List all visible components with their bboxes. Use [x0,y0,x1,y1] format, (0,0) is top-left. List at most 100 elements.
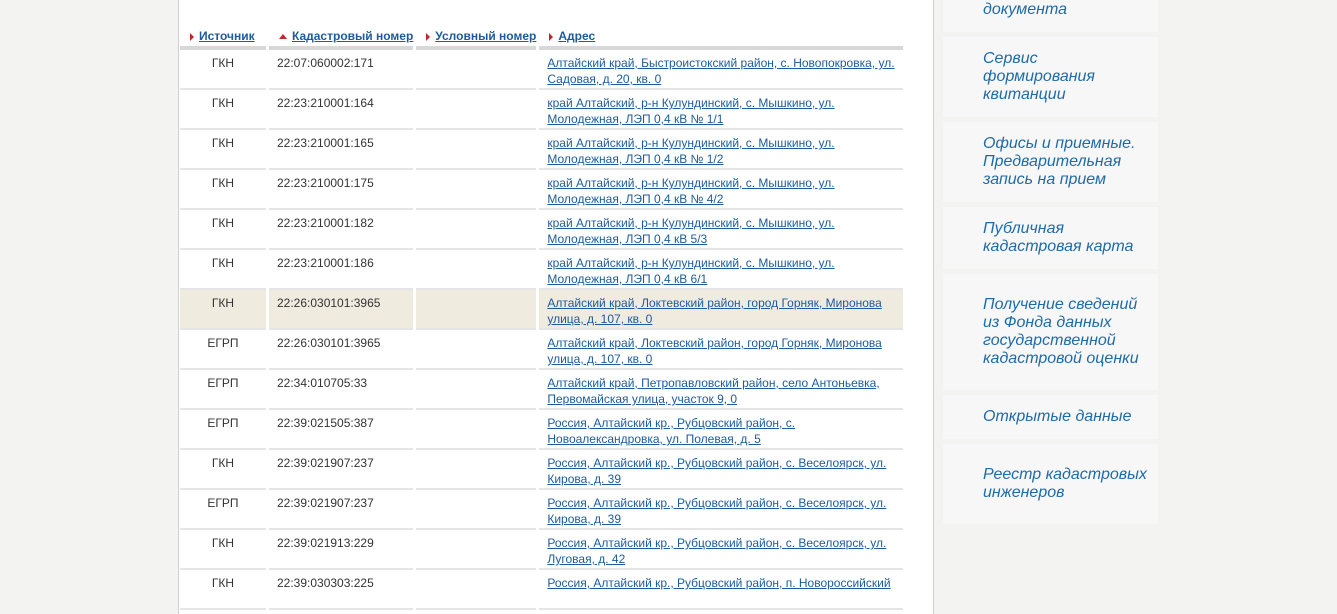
sidebar-menu-item[interactable]: Реестр кадастровых инженеров [943,444,1158,524]
sidebar-menu-item[interactable]: Офисы и приемные. Предварительная запись… [943,122,1158,202]
table-row: ЕГРП 22:34:010705:33 Алтайский край, Петро… [180,370,904,410]
address-cell[interactable]: Алтайский край, Петропавловский район, с… [539,370,904,410]
source-cell: ГКН [180,130,266,170]
source-cell: ЕГРП [180,370,266,410]
cadastral-number-cell: 22:23:210001:165 [269,130,414,170]
sidebar-menu-item[interactable]: Открытые данные [943,395,1158,439]
sort-arrow-icon [549,32,554,41]
conditional-number-cell [416,210,537,250]
sidebar-menu-item[interactable]: Получение сведений из Фонда данных госуд… [943,274,1158,390]
address-link[interactable]: край Алтайский, р-н Кулундинский, с. Мыш… [547,136,834,166]
address-cell[interactable]: край Алтайский, р-н Кулундинский, с. Мыш… [539,90,904,130]
table-row: ГКН 22:23:210001:165 край Алтайский, р-н К… [180,130,904,170]
address-cell[interactable]: Россия, Алтайский кр., Рубцовский район,… [539,570,904,610]
conditional-number-cell [416,170,537,210]
source-cell: ГКН [180,250,266,290]
cadastral-number-cell: 22:39:021907:237 [269,450,414,490]
address-link[interactable]: Россия, Алтайский кр., Рубцовский район,… [547,496,886,526]
source-cell: ГКН [180,210,266,250]
address-cell[interactable]: Алтайский край, Локтевский район, город … [539,290,904,330]
conditional-number-cell [416,450,537,490]
column-header-cadastral[interactable]: Кадастровый номер [269,24,414,50]
source-cell: ЕГРП [180,490,266,530]
address-link[interactable]: Россия, Алтайский кр., Рубцовский район,… [547,576,890,590]
conditional-number-cell [416,290,537,330]
table-header-row: Источник Кадастровый номер Условный номе… [180,24,904,50]
sidebar-menu-item[interactable]: документа [943,0,1158,32]
column-header-source[interactable]: Источник [180,24,266,50]
sidebar-menu-item-label: Сервис формирования квитанции [983,50,1095,103]
sidebar-menu-item-label: Реестр кадастровых инженеров [983,466,1147,501]
table-row: ГКН 22:23:210001:175 край Алтайский, р-н К… [180,170,904,210]
sort-arrow-icon [190,32,194,41]
source-cell: ГКН [180,170,266,210]
sidebar-menu-item-label: Открытые данные [983,408,1132,425]
column-header-conditional[interactable]: Условный номер [416,24,537,50]
source-cell: ГКН [180,50,266,90]
address-cell[interactable]: край Алтайский, р-н Кулундинский, с. Мыш… [539,170,904,210]
sort-link-source[interactable]: Источник [199,29,255,43]
conditional-number-cell [416,410,537,450]
source-cell: ГКН [180,530,266,570]
source-cell: ГКН [180,450,266,490]
table-row: ЕГРП 22:39:021505:387 Россия, Алтайский кр… [180,410,904,450]
source-cell: ЕГРП [180,330,266,370]
cadastral-number-cell: 22:23:210001:164 [269,90,414,130]
table-row: ГКН 22:23:210001:186 край Алтайский, р-н К… [180,250,904,290]
address-cell[interactable]: Россия, Алтайский кр., Рубцовский район,… [539,450,904,490]
address-cell[interactable]: Алтайский край, Локтевский район, город … [539,330,904,370]
cadastral-number-cell: 22:23:210001:175 [269,170,414,210]
conditional-number-cell [416,370,537,410]
address-link[interactable]: Алтайский край, Петропавловский район, с… [547,376,879,406]
address-link[interactable]: Россия, Алтайский кр., Рубцовский район,… [547,536,886,566]
sidebar-menu-item-label: Получение сведений из Фонда данных госуд… [983,296,1139,367]
address-link[interactable]: Алтайский край, Быстроистокский район, с… [547,56,894,86]
sort-link-cadastral[interactable]: Кадастровый номер [292,29,413,43]
sidebar-menu-item[interactable]: Сервис формирования квитанции [943,37,1158,117]
address-link[interactable]: Алтайский край, Локтевский район, город … [547,296,881,326]
conditional-number-cell [416,250,537,290]
sidebar-menu-item[interactable]: Публичная кадастровая карта [943,207,1158,269]
source-cell: ЕГРП [180,410,266,450]
address-cell[interactable]: Алтайский край, Быстроистокский район, с… [539,50,904,90]
address-link[interactable]: Алтайский край, Локтевский район, город … [547,336,881,366]
address-link[interactable]: Россия, Алтайский кр., Рубцовский район,… [547,416,795,446]
table-row: ГКН 22:07:060002:171 Алтайский край, Быстр… [180,50,904,90]
conditional-number-cell [416,490,537,530]
table-row: ГКН 22:23:210001:182 край Алтайский, р-н К… [180,210,904,250]
source-cell: ГКН [180,570,266,610]
cadastral-number-cell: 22:07:060002:171 [269,50,414,90]
sidebar-menu-item-label: документа [983,1,1068,18]
sidebar-menu: документа Сервис формирования квитанции Оф… [943,0,1158,529]
conditional-number-cell [416,330,537,370]
address-link[interactable]: край Алтайский, р-н Кулундинский, с. Мыш… [547,96,834,126]
cadastral-number-cell: 22:39:021907:237 [269,490,414,530]
address-cell[interactable]: Россия, Алтайский кр., Рубцовский район,… [539,410,904,450]
cadastral-number-cell: 22:23:210001:182 [269,210,414,250]
cadastral-number-cell: 22:39:021505:387 [269,410,414,450]
address-link[interactable]: край Алтайский, р-н Кулундинский, с. Мыш… [547,256,834,286]
sort-link-conditional[interactable]: Условный номер [435,29,536,43]
address-link[interactable]: край Алтайский, р-н Кулундинский, с. Мыш… [547,176,834,206]
table-body: ГКН 22:07:060002:171 Алтайский край, Быстр… [180,50,904,610]
address-cell[interactable]: Россия, Алтайский кр., Рубцовский район,… [539,530,904,570]
sidebar-menu-item-label: Публичная кадастровая карта [983,220,1134,255]
table-row: ГКН 22:26:030101:3965 Алтайский край, Локт… [180,290,904,330]
address-cell[interactable]: край Алтайский, р-н Кулундинский, с. Мыш… [539,250,904,290]
conditional-number-cell [416,530,537,570]
results-table: Источник Кадастровый номер Условный номе… [179,24,906,610]
table-row: ЕГРП 22:26:030101:3965 Алтайский край, Лок… [180,330,904,370]
address-link[interactable]: Россия, Алтайский кр., Рубцовский район,… [547,456,886,486]
conditional-number-cell [416,570,537,610]
cadastral-number-cell: 22:26:030101:3965 [269,330,414,370]
table-row: ГКН 22:23:210001:164 край Алтайский, р-н К… [180,90,904,130]
column-header-address[interactable]: Адрес [539,24,904,50]
address-cell[interactable]: Россия, Алтайский кр., Рубцовский район,… [539,490,904,530]
address-cell[interactable]: край Алтайский, р-н Кулундинский, с. Мыш… [539,210,904,250]
address-link[interactable]: край Алтайский, р-н Кулундинский, с. Мыш… [547,216,834,246]
address-cell[interactable]: край Алтайский, р-н Кулундинский, с. Мыш… [539,130,904,170]
sort-link-address[interactable]: Адрес [558,29,595,43]
conditional-number-cell [416,50,537,90]
conditional-number-cell [416,90,537,130]
table-row: ГКН 22:39:021907:237 Россия, Алтайский кр.… [180,450,904,490]
